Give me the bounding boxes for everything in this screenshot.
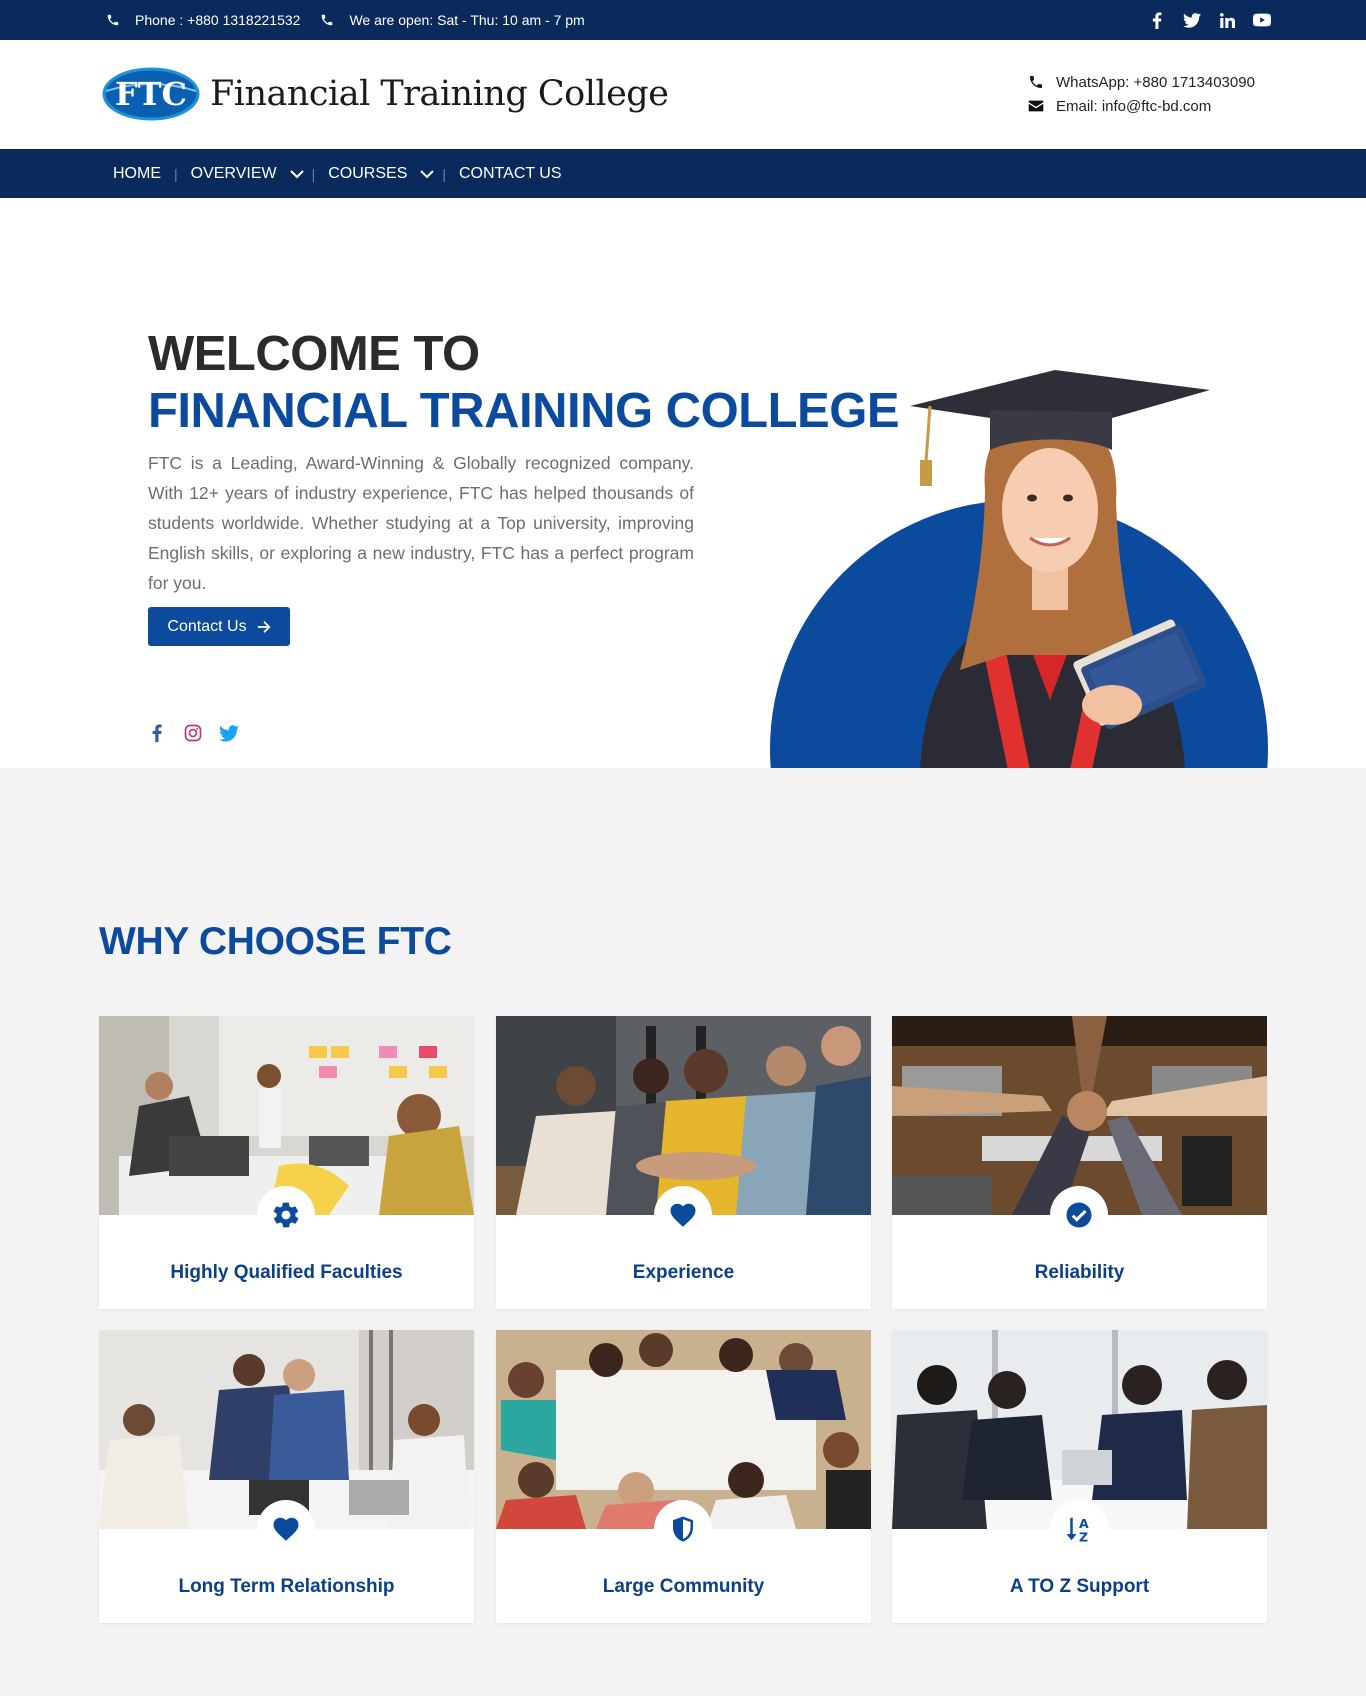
gear-icon [273,1202,299,1228]
check-circle-icon [1066,1202,1092,1228]
site-header: FTC Financial Training College WhatsApp:… [0,40,1366,149]
ftc-logo-mark: FTC [102,67,200,121]
nav-label: OVERVIEW [190,164,277,182]
feature-title: Highly Qualified Faculties [170,1262,403,1283]
hero-title-line1: WELCOME TO [148,327,480,381]
nav-item-home[interactable]: HOME | [100,165,178,183]
instagram-icon[interactable] [182,722,204,744]
feature-badge [257,1500,315,1558]
nav-item-overview[interactable]: OVERVIEW | [178,165,316,183]
hero-title-line2: FINANCIAL TRAINING COLLEGE [148,384,900,438]
feature-card[interactable]: Reliability [892,1016,1267,1309]
envelope-icon [1028,100,1044,112]
chevron-down-icon [289,169,304,178]
chevron-down-icon [420,169,435,178]
feature-card[interactable]: Long Term Relationship [99,1330,474,1623]
shield-icon [673,1516,693,1542]
main-nav: HOME | OVERVIEW | COURSES | CONTACT US [0,149,1366,198]
nav-label: CONTACT US [459,164,562,182]
arrow-right-icon [257,620,271,633]
feature-card[interactable]: Large Community [496,1330,871,1623]
email-text: Email: info@ftc-bd.com [1056,97,1212,115]
contact-us-button[interactable]: Contact Us [148,607,290,646]
facebook-icon[interactable] [1147,10,1167,30]
graduate-image [910,370,1210,768]
facebook-icon[interactable] [146,722,168,744]
feature-title: Reliability [1034,1262,1125,1283]
feature-badge [1050,1186,1108,1244]
feature-title: Experience [632,1262,735,1283]
heart-icon [273,1517,299,1541]
why-choose-heading: WHY CHOOSE FTC [99,920,452,963]
why-choose-section: WHY CHOOSE FTC Highly Qualified Facultie… [0,768,1366,1696]
email-contact[interactable]: Email: info@ftc-bd.com [1028,94,1255,118]
whatsapp-text: WhatsApp: +880 1713403090 [1056,73,1255,91]
feature-card[interactable]: Highly Qualified Faculties [99,1016,474,1309]
linkedin-icon[interactable] [1217,10,1237,30]
hero-description: FTC is a Leading, Award-Winning & Global… [148,453,694,593]
nav-label: HOME [113,164,161,182]
feature-badge [654,1500,712,1558]
youtube-icon[interactable] [1252,10,1272,30]
nav-item-courses[interactable]: COURSES | [315,165,446,183]
site-logo[interactable]: FTC Financial Training College [102,67,669,121]
feature-title: A TO Z Support [1009,1576,1150,1597]
top-hours-text: We are open: Sat - Thu: 10 am - 7 pm [349,12,585,28]
phone-icon [322,14,333,26]
phone-icon [1030,76,1042,88]
sort-alpha-icon: A Z [1066,1516,1089,1545]
feature-badge: A Z [1050,1500,1108,1558]
header-contact: WhatsApp: +880 1713403090 Email: info@ft… [1028,70,1255,118]
twitter-icon[interactable] [1182,10,1202,30]
site-name: Financial Training College [210,74,669,114]
svg-text:FTC: FTC [115,75,187,113]
hero-section: WELCOME TO FINANCIAL TRAINING COLLEGE FT… [0,198,1366,768]
contact-us-label: Contact Us [167,617,247,635]
svg-text:Z: Z [1079,1530,1088,1545]
nav-label: COURSES [328,164,408,182]
whatsapp-contact[interactable]: WhatsApp: +880 1713403090 [1028,70,1255,94]
feature-title: Large Community [602,1576,765,1597]
phone-icon [107,14,119,26]
top-phone-text: Phone : +880 1318221532 [135,12,301,28]
feature-badge [257,1186,315,1244]
heart-icon [670,1203,696,1227]
top-hours: We are open: Sat - Thu: 10 am - 7 pm [320,12,585,28]
top-bar: Phone : +880 1318221532 We are open: Sat… [0,0,1366,40]
feature-title: Long Term Relationship [178,1576,395,1597]
top-phone[interactable]: Phone : +880 1318221532 [106,12,300,28]
feature-card[interactable]: Experience [496,1016,871,1309]
twitter-icon[interactable] [218,722,240,744]
hero-social-links [146,722,254,744]
feature-card[interactable]: A Z A TO Z Support [892,1330,1267,1623]
nav-item-contact[interactable]: CONTACT US [446,165,575,183]
feature-badge [654,1186,712,1244]
